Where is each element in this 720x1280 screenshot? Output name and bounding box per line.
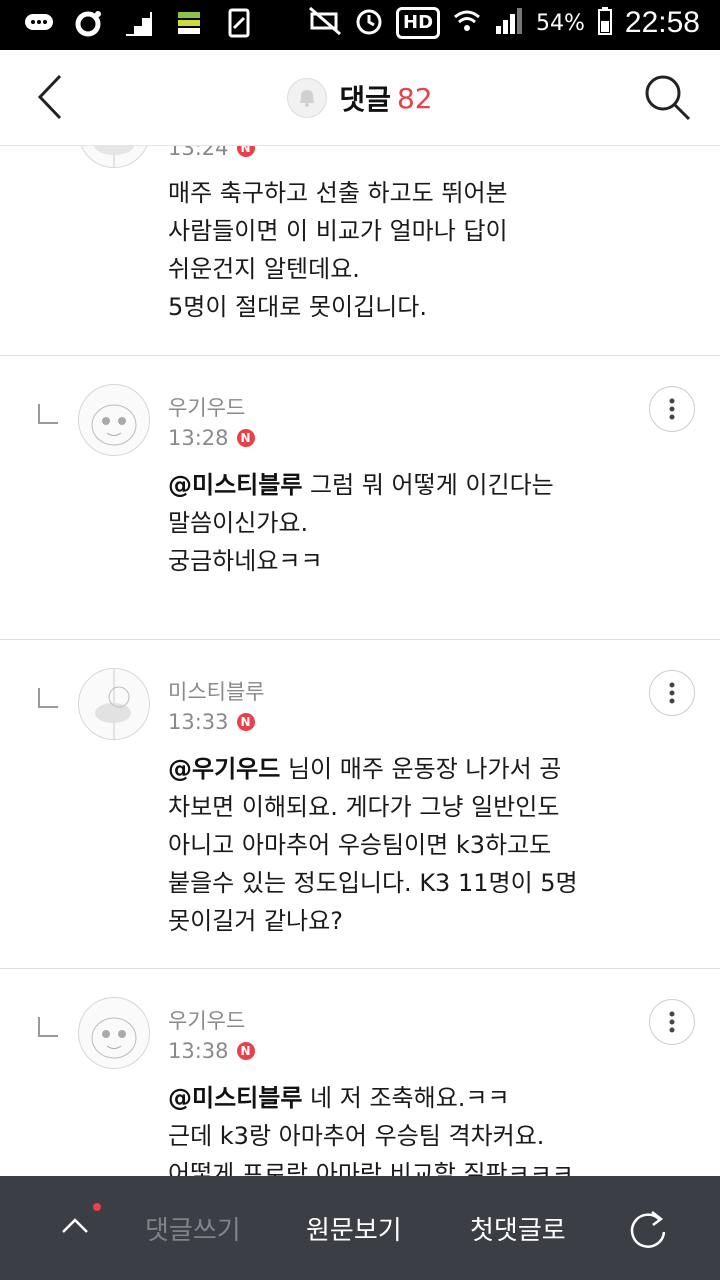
comment-author[interactable]: 우기우드: [168, 392, 245, 422]
mute-icon: [308, 6, 342, 40]
more-vertical-icon: [669, 398, 675, 420]
new-badge: N: [236, 1042, 255, 1060]
mention-link[interactable]: @미스티블루: [168, 471, 302, 499]
comment-item: 우기우드 13:28 N @미스티블루 그럼 뭐 어떻게 이긴다는 말씀이신가요…: [0, 356, 720, 640]
more-options-button[interactable]: [649, 670, 695, 716]
search-icon: [645, 75, 691, 121]
bottom-toolbar: 댓글쓰기 원문보기 첫댓글로: [0, 1176, 720, 1280]
comment-count: 82: [396, 81, 433, 115]
comment-author[interactable]: 미스티블루: [168, 676, 265, 706]
write-comment-button[interactable]: 댓글쓰기: [145, 1210, 241, 1247]
more-vertical-icon: [669, 682, 675, 704]
battery-icon: [597, 6, 613, 40]
header-bar: 댓글 82: [0, 50, 720, 146]
bell-icon[interactable]: [287, 78, 328, 118]
document-icon: [224, 8, 254, 38]
comment-item: 우기우드 13:38 N @미스티블루 네 저 조축해요.ㅋㅋ 근데 k3랑 아…: [0, 969, 720, 1176]
search-button[interactable]: [642, 72, 692, 122]
new-badge: N: [236, 429, 255, 447]
system-status: HD 54% 22:58: [308, 6, 700, 40]
comment-time: 13:28: [168, 426, 229, 450]
more-options-button[interactable]: [649, 386, 695, 432]
hd-icon: HD: [396, 7, 441, 39]
refresh-button[interactable]: [626, 1206, 670, 1250]
comment-time: 13:38: [168, 1039, 229, 1063]
comment-item: 13:24 N 매주 축구하고 선출 하고도 뛰어본 사람들이면 이 비교가 얼…: [0, 146, 720, 356]
stack-icon: [174, 8, 204, 38]
comment-list[interactable]: 13:24 N 매주 축구하고 선출 하고도 뛰어본 사람들이면 이 비교가 얼…: [0, 146, 720, 1176]
refresh-icon: [630, 1211, 666, 1248]
reply-indicator-icon: [38, 404, 58, 424]
comment-body: 매주 축구하고 선출 하고도 뛰어본 사람들이면 이 비교가 얼마나 답이 쉬운…: [168, 179, 508, 321]
first-comment-button[interactable]: 첫댓글로: [470, 1210, 566, 1247]
more-vertical-icon: [669, 1011, 675, 1033]
avatar[interactable]: [78, 146, 150, 168]
avatar[interactable]: [78, 668, 150, 740]
reply-indicator-icon: [38, 1017, 58, 1037]
notification-dot: [93, 1203, 101, 1211]
clock: 22:58: [624, 6, 700, 39]
mention-link[interactable]: @미스티블루: [168, 1084, 302, 1112]
comment-item: 미스티블루 13:33 N @우기우드 님이 매주 운동장 나가서 공 차보면 …: [0, 640, 720, 969]
reply-indicator-icon: [38, 688, 58, 708]
scroll-top-button[interactable]: [55, 1206, 95, 1246]
chat-bubble-icon: [24, 8, 54, 38]
chevron-up-icon: [62, 1218, 88, 1233]
circle-icon: [74, 8, 104, 38]
more-options-button[interactable]: [649, 999, 695, 1045]
new-badge: N: [236, 713, 255, 731]
page-title: 댓글: [339, 83, 391, 116]
comment-body: @미스티블루 네 저 조축해요.ㅋㅋ 근데 k3랑 아마추어 우승팀 격차커요.…: [168, 1084, 574, 1176]
avatar[interactable]: [78, 384, 150, 456]
comment-time: 13:33: [168, 710, 229, 734]
new-badge: N: [236, 146, 255, 157]
avatar[interactable]: [78, 997, 150, 1069]
battery-percent: 54%: [536, 10, 585, 36]
comment-time: 13:24: [168, 146, 229, 160]
mention-link[interactable]: @우기우드: [168, 755, 280, 783]
alarm-icon: [354, 6, 384, 40]
title-area: 댓글 82: [0, 78, 720, 118]
signal-icon: [494, 6, 524, 40]
wifi-icon: [452, 6, 482, 40]
comment-author[interactable]: 우기우드: [168, 1005, 245, 1035]
status-bar: HD 54% 22:58: [0, 0, 720, 50]
view-original-button[interactable]: 원문보기: [306, 1210, 402, 1247]
stairs-icon: [124, 8, 154, 38]
notification-icons: [24, 8, 254, 38]
comment-body: @우기우드 님이 매주 운동장 나가서 공 차보면 이해되요. 게다가 그냥 일…: [168, 755, 578, 935]
comment-body: @미스티블루 그럼 뭐 어떻게 이긴다는 말씀이신가요. 궁금하네요ㅋㅋ: [168, 471, 554, 575]
